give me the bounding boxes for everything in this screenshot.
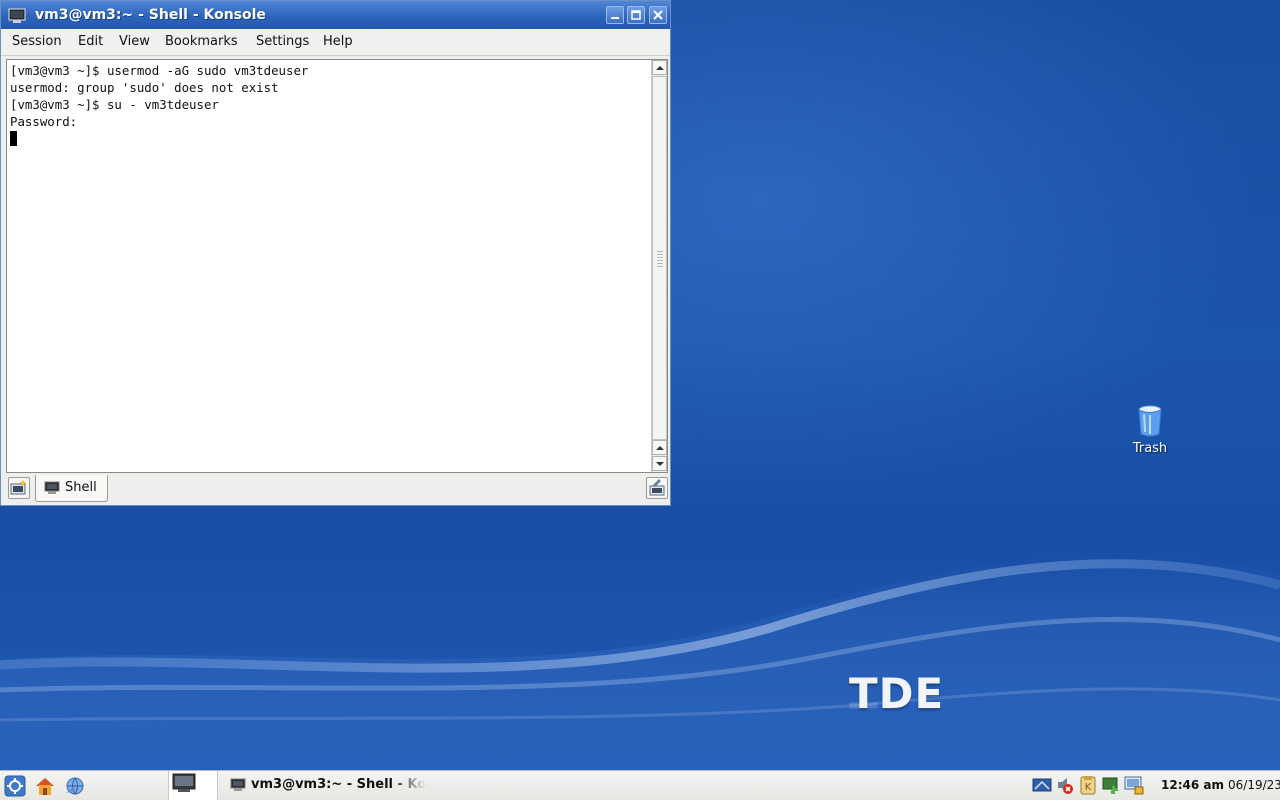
terminal-line: Password:	[10, 114, 78, 129]
task-label: vm3@vm3:~ - Shell - Ko	[251, 777, 426, 792]
clock-date[interactable]: 06/19/23	[1228, 778, 1280, 792]
window-title: vm3@vm3:~ - Shell - Konsole	[35, 7, 266, 23]
menu-edit[interactable]: Edit	[78, 34, 103, 49]
terminal-line: [vm3@vm3 ~]$ su - vm3tdeuser	[10, 97, 219, 112]
new-tab-button[interactable]	[8, 477, 30, 499]
close-button[interactable]	[649, 6, 667, 24]
trash-label: Trash	[1132, 441, 1168, 456]
terminal-line: [vm3@vm3 ~]$ usermod -aG sudo vm3tdeuser	[10, 63, 309, 78]
desktop-trash[interactable]: Trash	[1120, 404, 1180, 456]
window-titlebar[interactable]: vm3@vm3:~ - Shell - Konsole	[1, 1, 670, 29]
terminal-cursor	[10, 131, 17, 146]
menu-help[interactable]: Help	[323, 34, 353, 49]
scroll-down-button[interactable]	[652, 456, 667, 471]
menu-settings[interactable]: Settings	[256, 34, 309, 49]
home-folder-icon[interactable]	[34, 775, 56, 797]
desktop-pager[interactable]	[168, 771, 218, 800]
scrollbar-grip	[657, 251, 663, 269]
svg-text:K: K	[1085, 782, 1092, 793]
tab-shell-label: Shell	[65, 480, 97, 495]
menu-session[interactable]: Session	[12, 34, 62, 49]
network-icon[interactable]	[1032, 775, 1052, 795]
terminal-icon	[44, 481, 60, 494]
scroll-up-button[interactable]	[652, 60, 667, 75]
terminal-scrollbar[interactable]	[651, 60, 667, 472]
scroll-up-button-lower[interactable]	[652, 440, 667, 455]
tab-shell[interactable]: Shell	[35, 475, 108, 502]
konsole-window: vm3@vm3:~ - Shell - Konsole Session Edit…	[0, 0, 671, 506]
tab-bar: Shell	[1, 475, 670, 505]
minimize-icon	[611, 17, 619, 19]
menu-bookmarks[interactable]: Bookmarks	[165, 34, 238, 49]
arrow-up-icon	[656, 66, 664, 70]
scrollbar-track[interactable]	[652, 76, 667, 440]
update-icon[interactable]	[1101, 775, 1121, 795]
maximize-icon	[631, 10, 641, 20]
web-browser-icon[interactable]	[64, 775, 86, 797]
task-konsole[interactable]: vm3@vm3:~ - Shell - Ko	[226, 774, 426, 798]
pager-window-icon	[172, 773, 196, 792]
arrow-down-icon	[656, 462, 664, 466]
clock-time[interactable]: 12:46 am	[1161, 778, 1224, 792]
menu-bar: Session Edit View Bookmarks Settings Hel…	[1, 29, 670, 56]
tde-logo-reflection: TDE	[849, 692, 959, 714]
terminal-area[interactable]: [vm3@vm3 ~]$ usermod -aG sudo vm3tdeuser…	[6, 59, 668, 473]
trash-icon	[1138, 405, 1162, 437]
maximize-button[interactable]	[627, 6, 645, 24]
taskbar: vm3@vm3:~ - Shell - Ko K 12:46 am 06/19/…	[0, 770, 1280, 800]
terminal-icon[interactable]	[8, 8, 26, 24]
terminal-output: [vm3@vm3 ~]$ usermod -aG sudo vm3tdeuser…	[10, 62, 308, 147]
terminal-line: usermod: group 'sudo' does not exist	[10, 80, 279, 95]
minimize-button[interactable]	[606, 6, 624, 24]
klipper-icon[interactable]: K	[1078, 775, 1098, 795]
display-lock-icon[interactable]	[1124, 775, 1144, 795]
terminal-icon	[230, 778, 246, 791]
close-icon	[653, 10, 663, 20]
rename-tab-button[interactable]	[646, 477, 668, 499]
arrow-up-icon	[656, 446, 664, 450]
rename-tab-icon	[649, 479, 665, 496]
mixer-muted-icon[interactable]	[1055, 775, 1075, 795]
new-tab-icon	[10, 479, 27, 495]
menu-view[interactable]: View	[119, 34, 150, 49]
tde-menu-icon[interactable]	[4, 775, 26, 797]
